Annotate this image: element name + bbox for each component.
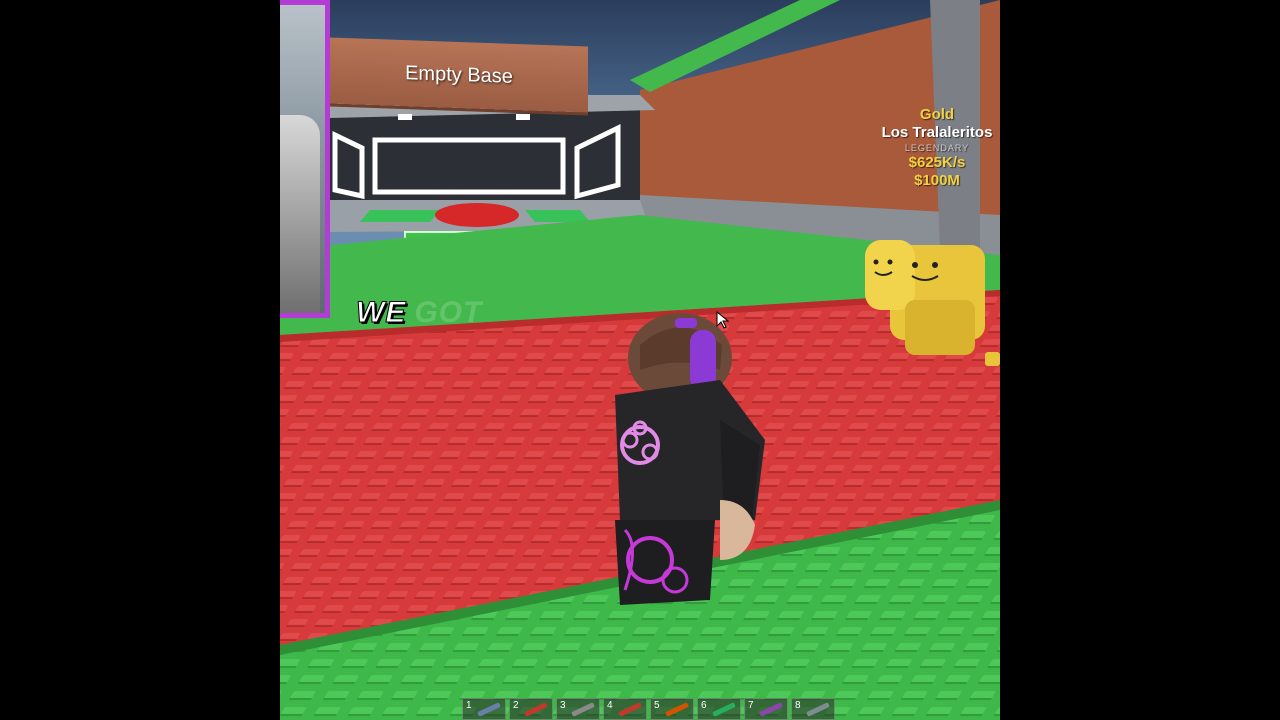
base-light — [516, 114, 530, 120]
hotbar-slot-number: 5 — [654, 700, 660, 711]
pet-name: Los Tralaleritos — [881, 124, 993, 141]
tool-icon — [806, 702, 830, 717]
hotbar-slot-number: 3 — [560, 700, 566, 711]
base-light — [398, 114, 412, 120]
hotbar-slot-4[interactable]: 4 — [603, 698, 647, 720]
base-sign-label: Empty Base — [405, 61, 513, 88]
tool-icon — [571, 702, 595, 717]
base-sign: Empty Base — [330, 37, 588, 113]
pet-info-tag: Gold Los Tralaleritos LEGENDARY $625K/s … — [872, 106, 1000, 190]
base-green-pad-left — [360, 210, 440, 222]
pet-rarity: Gold — [919, 106, 955, 123]
mouse-cursor-icon — [716, 311, 730, 329]
hotbar-slot-number: 7 — [748, 700, 754, 711]
hotbar-slot-8[interactable]: 8 — [791, 698, 835, 720]
tool-icon — [477, 702, 501, 717]
tool-icon — [665, 702, 689, 717]
caption-word-active: WE — [355, 296, 407, 330]
hotbar-slot-3[interactable]: 3 — [556, 698, 600, 720]
hotbar-slot-number: 6 — [701, 700, 707, 711]
tool-icon — [759, 702, 783, 717]
hotbar-slot-1[interactable]: 1 — [462, 698, 506, 720]
hotbar-slot-5[interactable]: 5 — [650, 698, 694, 720]
hotbar-slot-number: 2 — [513, 700, 519, 711]
hotbar-slot-2[interactable]: 2 — [509, 698, 553, 720]
hotbar-slot-number: 8 — [795, 700, 801, 711]
collect-button — [435, 203, 519, 227]
subtitle-caption: WE GOT — [355, 296, 483, 330]
hotbar-slot-7[interactable]: 7 — [744, 698, 788, 720]
pet-price[interactable]: $100M — [872, 172, 1000, 190]
webcam-overlay — [280, 0, 330, 318]
streamer-figure — [280, 115, 320, 313]
hotbar-slot-number: 1 — [466, 700, 472, 711]
hotbar-slot-6[interactable]: 6 — [697, 698, 741, 720]
caption-word-next: GOT — [414, 296, 483, 329]
tool-icon — [712, 702, 736, 717]
tool-icon — [524, 702, 548, 717]
hotbar-slot-number: 4 — [607, 700, 613, 711]
tool-icon — [618, 702, 642, 717]
pet-income: $625K/s — [908, 154, 966, 171]
game-viewport[interactable]: Empty Base Gold Los Tralaleritos LEGENDA… — [280, 0, 1000, 720]
pet-tier: LEGENDARY — [904, 143, 970, 153]
hotbar: 1 2 3 4 5 6 7 8 — [462, 698, 835, 720]
base-green-pad-right — [525, 210, 590, 222]
